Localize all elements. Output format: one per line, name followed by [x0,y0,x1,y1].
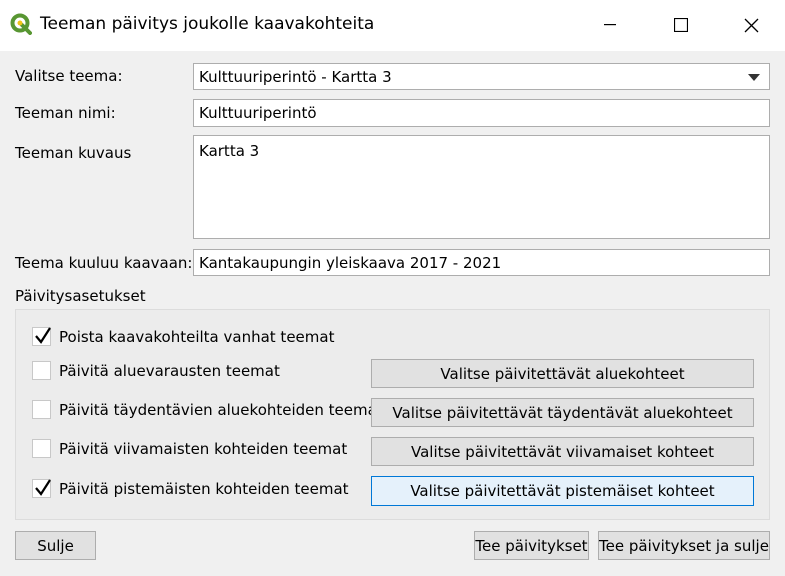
qgis-logo-icon [10,13,32,35]
theme-name-label: Teeman nimi: [15,104,116,122]
close-window-button[interactable] [729,5,773,45]
theme-description-value: Kartta 3 [199,142,260,160]
theme-description-textarea[interactable]: Kartta 3 [193,135,770,239]
update-settings-title: Päivitysasetukset [15,287,146,305]
select-point-features-button[interactable]: Valitse päivitettävät pistemäiset kohtee… [371,476,754,506]
update-point-features-label: Päivitä pistemäisten kohteiden teemat [59,479,349,498]
window-title: Teeman päivitys joukolle kaavakohteita [40,14,375,34]
apply-button[interactable]: Tee päivitykset [474,531,589,560]
update-area-reservations-label: Päivitä aluevarausten teemat [59,361,280,380]
theme-select[interactable]: Kulttuuriperintö - Kartta 3 [193,63,770,90]
close-icon [744,18,758,32]
apply-and-close-button[interactable]: Tee päivitykset ja sulje [598,531,770,560]
checkmark-icon [35,327,51,344]
title-bar: Teeman päivitys joukolle kaavakohteita [0,0,785,51]
maximize-button[interactable] [659,5,703,45]
select-supplementary-areas-button[interactable]: Valitse päivitettävät täydentävät alueko… [371,398,754,427]
theme-select-label: Valitse teema: [15,67,123,85]
update-line-features-row[interactable]: Päivitä viivamaisten kohteiden teemat [32,439,347,458]
update-supplementary-areas-row[interactable]: Päivitä täydentävien aluekohteiden teema… [32,400,383,419]
theme-plan-input[interactable]: Kantakaupungin yleiskaava 2017 - 2021 [193,249,770,276]
update-point-features-checkbox[interactable] [32,479,51,498]
update-supplementary-areas-checkbox[interactable] [32,400,51,419]
theme-select-value: Kulttuuriperintö - Kartta 3 [199,67,392,86]
update-line-features-checkbox[interactable] [32,439,51,458]
remove-old-themes-label: Poista kaavakohteilta vanhat teemat [59,327,335,346]
chevron-down-icon [748,74,760,81]
update-supplementary-areas-label: Päivitä täydentävien aluekohteiden teema… [59,400,383,419]
maximize-icon [674,18,688,32]
minimize-icon [604,24,616,26]
checkmark-icon [35,479,51,496]
remove-old-themes-checkbox[interactable] [32,327,51,346]
update-area-reservations-checkbox[interactable] [32,361,51,380]
theme-plan-value: Kantakaupungin yleiskaava 2017 - 2021 [199,253,502,272]
update-area-reservations-row[interactable]: Päivitä aluevarausten teemat [32,361,280,380]
select-area-features-button[interactable]: Valitse päivitettävät aluekohteet [371,359,754,388]
update-point-features-row[interactable]: Päivitä pistemäisten kohteiden teemat [32,479,349,498]
update-line-features-label: Päivitä viivamaisten kohteiden teemat [59,439,348,458]
minimize-button[interactable] [588,5,632,45]
theme-name-value: Kulttuuriperintö [199,104,317,122]
remove-old-themes-row[interactable]: Poista kaavakohteilta vanhat teemat [32,327,334,346]
close-button[interactable]: Sulje [15,531,96,560]
theme-description-label: Teeman kuvaus [15,144,132,162]
theme-plan-label: Teema kuuluu kaavaan: [15,254,193,272]
select-line-features-button[interactable]: Valitse päivitettävät viivamaiset kohtee… [371,437,754,466]
theme-name-input[interactable]: Kulttuuriperintö [193,99,770,127]
